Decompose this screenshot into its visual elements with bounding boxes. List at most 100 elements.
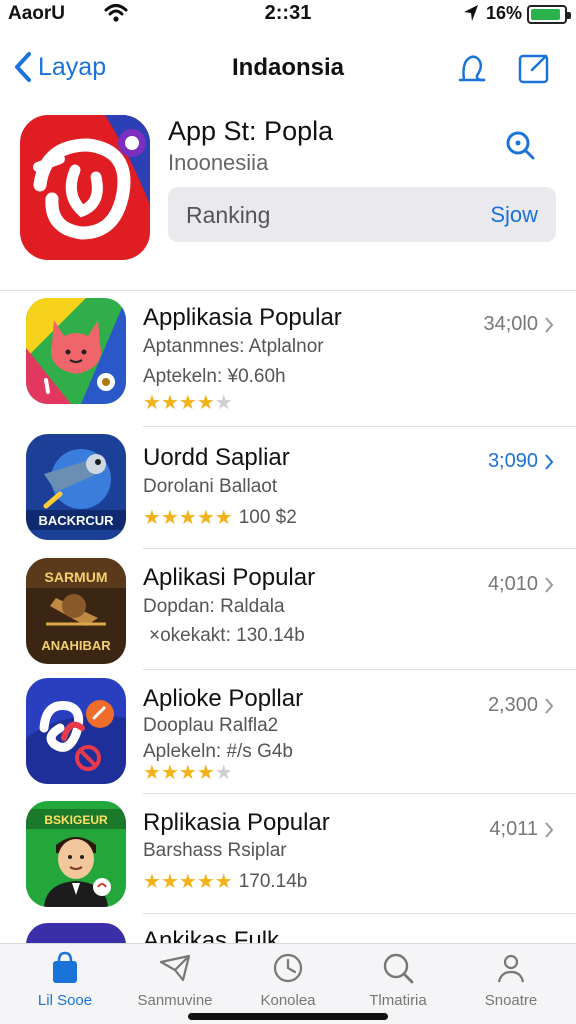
app-icon bbox=[26, 678, 126, 784]
star-icon: ★ bbox=[160, 392, 179, 414]
tab-search[interactable]: Tlmatiria bbox=[343, 950, 453, 1009]
star-icon: ★ bbox=[214, 871, 233, 893]
star-icon: ★ bbox=[196, 392, 215, 414]
app-developer: Dopdan: Raldala bbox=[143, 596, 285, 617]
divider bbox=[143, 548, 576, 549]
app-icon bbox=[26, 298, 126, 404]
divider bbox=[143, 426, 576, 427]
tab-label: Tlmatiria bbox=[369, 992, 427, 1009]
chevron-right-icon bbox=[545, 454, 554, 470]
app-name: Rplikasia Popular bbox=[143, 809, 330, 836]
navigation-bar: Layap Indaonsia bbox=[0, 40, 576, 96]
bag-icon bbox=[53, 951, 77, 983]
tab-label: Konolea bbox=[260, 992, 316, 1009]
star-icon: ★ bbox=[196, 507, 215, 529]
rating-stars: ×okekakt: 130.14b bbox=[143, 625, 305, 646]
ranking-label: Ranking bbox=[186, 202, 271, 228]
app-meta: ×okekakt: 130.14b bbox=[149, 625, 305, 646]
location-arrow-icon bbox=[464, 5, 478, 21]
tab-store[interactable]: Lil Sooe bbox=[10, 950, 120, 1009]
list-item[interactable]: SARMUM ANAHIBAR Aplikasi Popular Dopdan:… bbox=[0, 554, 576, 669]
list-item[interactable]: Ankikas Fulk bbox=[0, 919, 576, 943]
divider bbox=[0, 290, 576, 291]
app-size: Aptekeln: ¥0.60h bbox=[143, 366, 286, 387]
divider bbox=[143, 793, 576, 794]
home-indicator bbox=[188, 1013, 388, 1020]
app-icon bbox=[26, 923, 126, 943]
app-icon: BACKRCUR bbox=[26, 434, 126, 540]
battery-fill bbox=[531, 9, 560, 20]
app-meta: 170.14b bbox=[238, 871, 308, 892]
divider bbox=[143, 669, 576, 670]
compose-icon[interactable] bbox=[516, 50, 552, 86]
featured-app-icon[interactable] bbox=[20, 115, 150, 260]
tab-apps[interactable]: Konolea bbox=[233, 950, 343, 1009]
star-icon: ★ bbox=[160, 871, 179, 893]
app-price: 4;010 bbox=[487, 573, 538, 595]
tab-games[interactable]: Sanmuvine bbox=[120, 950, 230, 1009]
tab-label: Sanmuvine bbox=[137, 992, 213, 1009]
app-icon-text: BSKIGEUR bbox=[44, 813, 108, 827]
account-icon[interactable] bbox=[454, 50, 490, 86]
star-icon: ★ bbox=[196, 762, 215, 784]
star-icon: ★ bbox=[143, 871, 161, 893]
app-name: Ankikas Fulk bbox=[143, 927, 280, 943]
ranking-filter-bar[interactable]: Ranking Sjow bbox=[168, 187, 556, 242]
app-price: 3;090 bbox=[487, 450, 538, 472]
star-icon: ★ bbox=[178, 871, 197, 893]
list-item[interactable]: Aplioke Popllar Dooplau Ralfla2 Aplekeln… bbox=[0, 675, 576, 793]
list-item[interactable]: BACKRCUR Uordd Sapliar Dorolani Ballaot … bbox=[0, 432, 576, 548]
star-icon: ★ bbox=[143, 392, 161, 414]
app-price: 2,300 bbox=[487, 694, 538, 716]
star-icon: ★ bbox=[214, 762, 233, 784]
send-icon bbox=[159, 954, 191, 982]
list-item[interactable]: Applikasia Popular Aptanmnes: Atplalnor … bbox=[0, 296, 576, 426]
chevron-right-icon bbox=[545, 577, 554, 593]
clock-icon bbox=[273, 953, 303, 983]
show-button[interactable]: Sjow bbox=[490, 202, 538, 228]
chevron-right-icon bbox=[545, 822, 554, 838]
app-icon-text: ANAHIBAR bbox=[41, 638, 111, 653]
app-developer: Dooplau Ralfla2 bbox=[143, 715, 279, 736]
featured-app-subtitle: Inoonesiia bbox=[168, 150, 269, 175]
tab-bar: Lil Sooe Sanmuvine Konolea Tlmatiria Sno… bbox=[0, 943, 576, 1024]
app-developer: Dorolani Ballaot bbox=[143, 476, 278, 497]
app-meta: 100 $2 bbox=[238, 507, 297, 528]
rating-stars: ★ ★ ★ ★ ★ 170.14b bbox=[143, 871, 308, 893]
star-icon: ★ bbox=[143, 507, 161, 529]
rating-stars: ★ ★ ★ ★ ★ bbox=[143, 763, 233, 783]
tab-account[interactable]: Snoatre bbox=[456, 950, 566, 1009]
star-icon: ★ bbox=[214, 507, 233, 529]
app-icon-text: BACKRCUR bbox=[38, 513, 114, 528]
rating-stars: ★ ★ ★ ★ ★ 100 $2 bbox=[143, 507, 297, 529]
star-icon: ★ bbox=[160, 762, 179, 784]
rating-stars: ★ ★ ★ ★ ★ bbox=[143, 393, 233, 413]
status-bar: AaorU 2::31 16% bbox=[0, 0, 576, 30]
star-icon: ★ bbox=[196, 871, 215, 893]
list-item[interactable]: BSKIGEUR Rplikasia Popular Barshass Rsip… bbox=[0, 799, 576, 913]
person-icon bbox=[497, 954, 525, 983]
app-name: Uordd Sapliar bbox=[143, 444, 290, 471]
app-price: 34;0l0 bbox=[483, 313, 539, 335]
star-icon: ★ bbox=[160, 507, 179, 529]
battery-percent: 16% bbox=[486, 3, 523, 23]
tab-label: Snoatre bbox=[484, 992, 538, 1009]
divider bbox=[143, 913, 576, 914]
app-name: Aplikasi Popular bbox=[143, 564, 316, 591]
star-icon: ★ bbox=[178, 507, 197, 529]
app-icon: BSKIGEUR bbox=[26, 801, 126, 907]
app-size: Aplekeln: #/s G4b bbox=[143, 741, 293, 762]
chevron-right-icon bbox=[545, 698, 554, 714]
app-icon: SARMUM ANAHIBAR bbox=[26, 558, 126, 664]
featured-app-title: App St: Popla bbox=[168, 116, 334, 146]
app-developer: Barshass Rsiplar bbox=[143, 840, 287, 861]
app-name: Applikasia Popular bbox=[143, 304, 342, 331]
star-icon: ★ bbox=[178, 762, 197, 784]
star-icon: ★ bbox=[214, 392, 233, 414]
search-icon[interactable] bbox=[503, 128, 537, 162]
app-developer: Aptanmnes: Atplalnor bbox=[143, 336, 324, 357]
star-icon: ★ bbox=[143, 762, 161, 784]
battery-icon bbox=[527, 5, 571, 24]
search-icon bbox=[383, 953, 414, 984]
app-name: Aplioke Popllar bbox=[143, 685, 304, 712]
